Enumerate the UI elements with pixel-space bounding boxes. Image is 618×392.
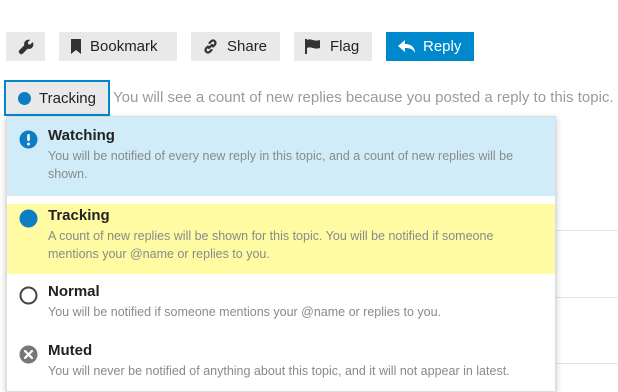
option-description: You will never be notified of anything a… bbox=[48, 364, 510, 378]
flag-icon bbox=[305, 39, 322, 54]
admin-wrench-button[interactable] bbox=[6, 32, 45, 61]
flag-label: Flag bbox=[330, 38, 360, 55]
share-label: Share bbox=[227, 38, 268, 55]
notification-level-label: Tracking bbox=[39, 89, 96, 107]
option-description: A count of new replies will be shown for… bbox=[48, 229, 494, 261]
option-muted[interactable]: Muted You will never be notified of anyt… bbox=[7, 332, 555, 391]
flag-button[interactable]: Flag bbox=[294, 32, 372, 61]
option-tracking[interactable]: Tracking A count of new replies will be … bbox=[7, 204, 555, 274]
background-divider bbox=[548, 297, 618, 298]
reply-button[interactable]: Reply bbox=[386, 32, 474, 61]
option-watching[interactable]: Watching You will be notified of every n… bbox=[7, 117, 555, 196]
tracking-dot-icon bbox=[18, 91, 31, 105]
topic-footer-buttons: Bookmark Share Flag Reply bbox=[0, 0, 618, 80]
reply-label: Reply bbox=[423, 38, 462, 55]
share-button[interactable]: Share bbox=[191, 32, 280, 61]
option-title: Muted bbox=[48, 342, 93, 359]
empty-circle-icon bbox=[19, 286, 38, 305]
background-divider bbox=[548, 230, 618, 231]
bookmark-label: Bookmark bbox=[90, 38, 158, 55]
option-normal[interactable]: Normal You will be notified if someone m… bbox=[7, 274, 555, 332]
notification-level-button[interactable]: Tracking bbox=[4, 80, 110, 116]
option-title: Watching bbox=[48, 127, 115, 144]
option-title: Tracking bbox=[48, 207, 110, 224]
exclamation-circle-icon bbox=[19, 130, 38, 149]
option-title: Normal bbox=[48, 283, 100, 300]
times-circle-icon bbox=[19, 345, 38, 364]
option-description: You will be notified if someone mentions… bbox=[48, 305, 441, 319]
link-icon bbox=[202, 38, 219, 55]
bookmark-button[interactable]: Bookmark bbox=[59, 32, 177, 61]
bookmark-icon bbox=[70, 39, 82, 54]
background-divider bbox=[548, 363, 618, 364]
filled-circle-icon bbox=[19, 209, 38, 228]
notification-level-dropdown: Watching You will be notified of every n… bbox=[6, 116, 556, 392]
reply-icon bbox=[398, 39, 415, 54]
notification-reason-text: You will see a count of new replies beca… bbox=[113, 89, 614, 106]
wrench-icon bbox=[18, 39, 34, 55]
option-description: You will be notified of every new reply … bbox=[48, 149, 514, 181]
